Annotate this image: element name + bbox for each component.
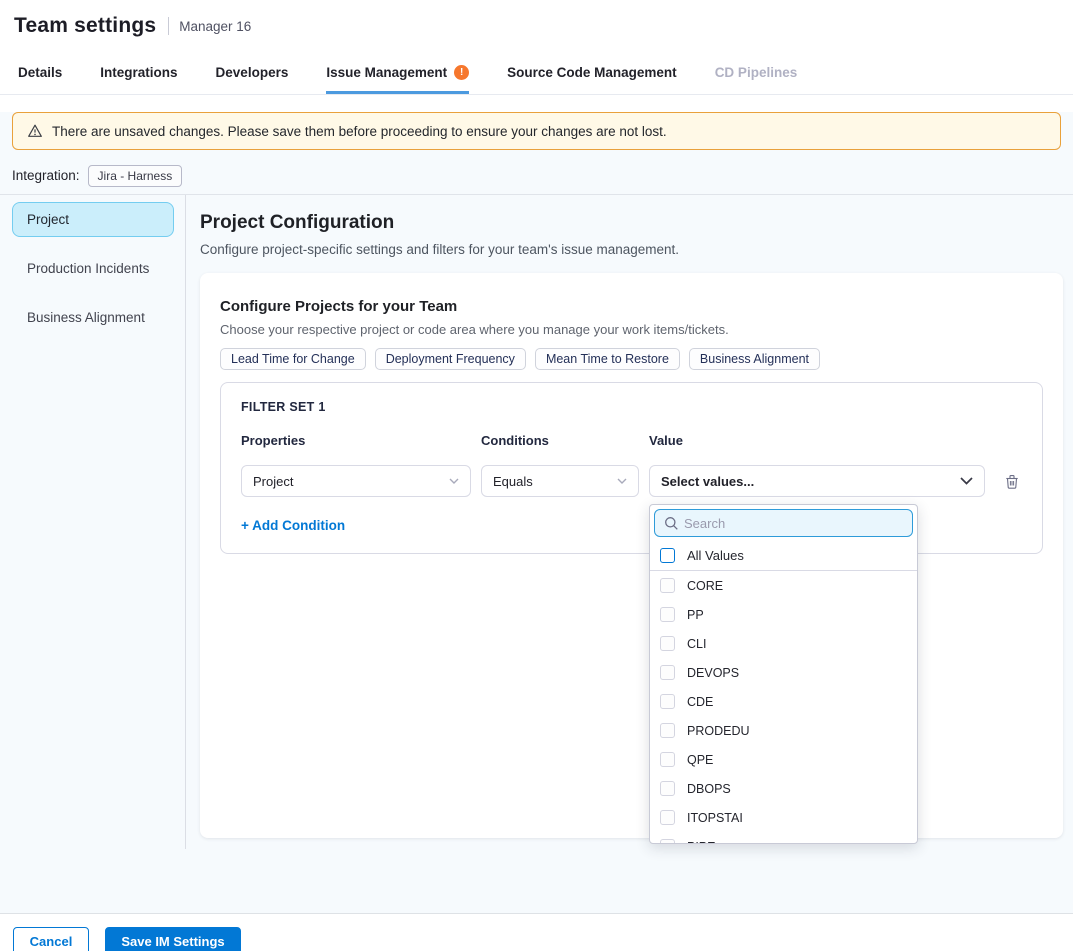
dropdown-search-field[interactable] (684, 516, 884, 531)
filter-condition-row: Project Equals (241, 465, 1022, 497)
integration-chip[interactable]: Jira - Harness (88, 165, 183, 187)
content-area: Project Production Incidents Business Al… (0, 195, 1073, 898)
save-im-settings-button[interactable]: Save IM Settings (105, 927, 241, 951)
configure-projects-card: Configure Projects for your Team Choose … (200, 273, 1063, 838)
option-all-values[interactable]: All Values (650, 541, 917, 571)
option-core[interactable]: CORE (650, 571, 917, 600)
search-input[interactable] (654, 509, 913, 537)
title-divider (168, 17, 169, 35)
card-title: Configure Projects for your Team (220, 298, 1043, 315)
checkbox-icon[interactable] (660, 723, 675, 738)
option-dbops[interactable]: DBOPS (650, 774, 917, 803)
metric-chip-lead-time-for-change: Lead Time for Change (220, 348, 366, 370)
option-devops[interactable]: DEVOPS (650, 658, 917, 687)
section-title: Project Configuration (200, 212, 1063, 234)
option-qpe[interactable]: QPE (650, 745, 917, 774)
filter-column-labels: Properties Conditions Value (241, 433, 1022, 448)
tab-source-code-management[interactable]: Source Code Management (507, 52, 677, 94)
option-itopstai[interactable]: ITOPSTAI (650, 803, 917, 832)
cancel-button[interactable]: Cancel (13, 927, 89, 951)
conditions-column-label: Conditions (481, 433, 639, 448)
unsaved-changes-banner: There are unsaved changes. Please save t… (12, 112, 1061, 150)
chevron-down-icon (617, 478, 627, 484)
value-column-label: Value (649, 433, 985, 448)
option-pp[interactable]: PP (650, 600, 917, 629)
value-cell: Select values... (649, 465, 985, 497)
checkbox-icon[interactable] (660, 548, 675, 563)
integration-label: Integration: (12, 168, 80, 183)
unsaved-warning-badge-icon: ! (454, 65, 469, 80)
metric-chip-mean-time-to-restore: Mean Time to Restore (535, 348, 680, 370)
checkbox-icon[interactable] (660, 781, 675, 796)
checkbox-icon[interactable] (660, 694, 675, 709)
page-title: Team settings (14, 14, 156, 38)
value-multiselect[interactable]: Select values... (649, 465, 985, 497)
chevron-down-icon (960, 477, 973, 485)
option-prodedu[interactable]: PRODEDU (650, 716, 917, 745)
conditions-select[interactable]: Equals (481, 465, 639, 497)
sidebar-item-business-alignment[interactable]: Business Alignment (12, 300, 174, 335)
page-header: Team settings Manager 16 (0, 0, 1073, 52)
option-cli[interactable]: CLI (650, 629, 917, 658)
checkbox-icon[interactable] (660, 636, 675, 651)
checkbox-icon[interactable] (660, 607, 675, 622)
checkbox-icon[interactable] (660, 578, 675, 593)
banner-text: There are unsaved changes. Please save t… (52, 124, 667, 139)
tab-cd-pipelines[interactable]: CD Pipelines (715, 52, 798, 94)
properties-column-label: Properties (241, 433, 471, 448)
checkbox-icon[interactable] (660, 752, 675, 767)
metric-chip-deployment-frequency: Deployment Frequency (375, 348, 526, 370)
tab-issue-management[interactable]: Issue Management ! (326, 52, 469, 94)
checkbox-icon[interactable] (660, 839, 675, 844)
option-pipe[interactable]: PIPE (650, 832, 917, 844)
card-subtitle: Choose your respective project or code a… (220, 322, 1043, 337)
metric-chip-business-alignment: Business Alignment (689, 348, 820, 370)
sidebar-item-production-incidents[interactable]: Production Incidents (12, 251, 174, 286)
metric-chips-row: Lead Time for Change Deployment Frequenc… (220, 348, 1043, 370)
tab-bar: Details Integrations Developers Issue Ma… (0, 52, 1073, 95)
trash-icon (1004, 473, 1020, 490)
search-icon (664, 516, 679, 531)
dropdown-options-list: CORE PP (650, 571, 917, 844)
checkbox-icon[interactable] (660, 665, 675, 680)
filter-set-title: FILTER SET 1 (241, 400, 1022, 414)
sidebar-item-project[interactable]: Project (12, 202, 174, 237)
add-condition-button[interactable]: + Add Condition (241, 518, 345, 533)
tab-details[interactable]: Details (18, 52, 62, 94)
footer-bar: Cancel Save IM Settings (0, 913, 1073, 951)
settings-sidebar: Project Production Incidents Business Al… (0, 195, 186, 849)
team-name-label: Manager 16 (179, 19, 251, 34)
integration-row: Integration: Jira - Harness (12, 165, 1073, 186)
dropdown-search-wrap (650, 505, 917, 541)
tab-developers[interactable]: Developers (216, 52, 289, 94)
main-panel: Project Configuration Configure project-… (186, 195, 1073, 838)
page-body: There are unsaved changes. Please save t… (0, 112, 1073, 913)
tab-integrations[interactable]: Integrations (100, 52, 177, 94)
delete-condition-button[interactable] (1004, 473, 1020, 490)
section-subtitle: Configure project-specific settings and … (200, 242, 1063, 257)
option-cde[interactable]: CDE (650, 687, 917, 716)
filter-set-1: FILTER SET 1 Properties Conditions Value… (220, 382, 1043, 554)
chevron-down-icon (449, 478, 459, 484)
checkbox-icon[interactable] (660, 810, 675, 825)
properties-select[interactable]: Project (241, 465, 471, 497)
warning-triangle-icon (27, 123, 43, 139)
value-options-dropdown: All Values CORE (649, 504, 918, 844)
